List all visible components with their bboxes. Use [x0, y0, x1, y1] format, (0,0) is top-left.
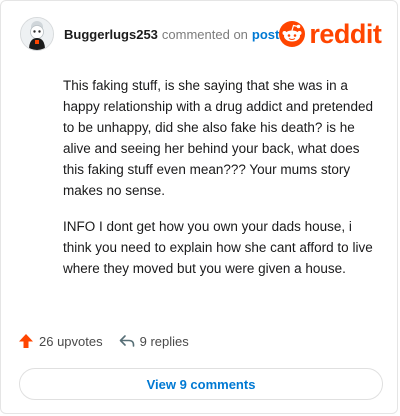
- post-link[interactable]: post: [252, 27, 279, 42]
- upvote-arrow-icon: [19, 334, 33, 348]
- comment-actions: 26 upvotes 9 replies: [18, 333, 205, 349]
- reddit-wordmark: reddit: [309, 18, 382, 49]
- avatar[interactable]: [20, 17, 54, 51]
- username[interactable]: Buggerlugs253: [64, 27, 158, 42]
- reply-arrow-icon: [119, 335, 134, 347]
- reddit-logo[interactable]: reddit: [279, 18, 382, 50]
- comment-paragraph-2: INFO I dont get how you own your dads ho…: [63, 219, 373, 276]
- comment-header: Buggerlugs253 commented on post reddit: [20, 17, 382, 51]
- upvote-button[interactable]: 26 upvotes: [18, 333, 103, 349]
- reply-count: 9 replies: [139, 333, 189, 349]
- avatar-icon: [21, 18, 53, 50]
- view-comments-button[interactable]: View 9 comments: [19, 368, 383, 400]
- replies-button[interactable]: 9 replies: [119, 333, 189, 349]
- upvote-count: 26 upvotes: [39, 333, 103, 349]
- comment-paragraph-1: This faking stuff, is she saying that sh…: [63, 78, 373, 198]
- comment-body: This faking stuff, is she saying that sh…: [63, 75, 375, 294]
- comment-meta: Buggerlugs253 commented on post: [64, 27, 279, 42]
- commented-on-text: commented on: [161, 26, 248, 42]
- reddit-snoo-icon: [279, 21, 306, 47]
- comment-card: Buggerlugs253 commented on post reddit T…: [0, 0, 398, 414]
